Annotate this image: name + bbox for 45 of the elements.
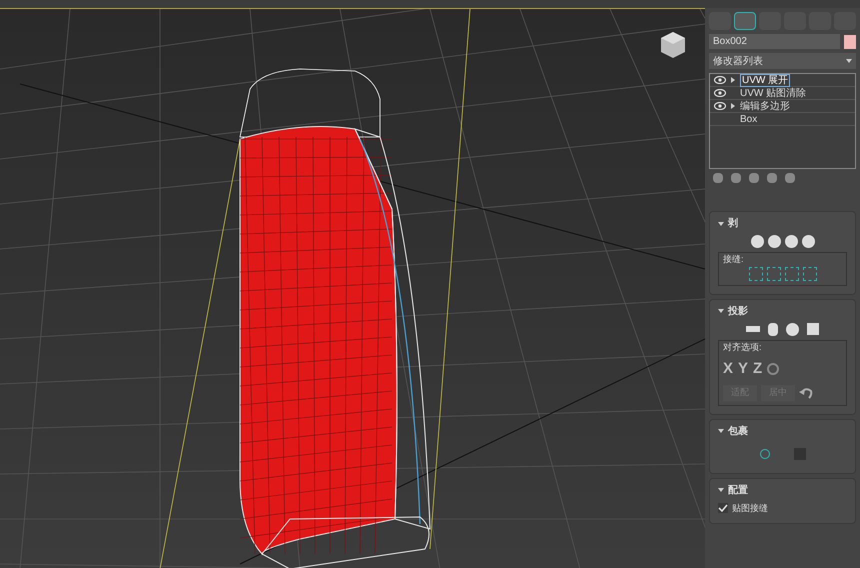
seam-tool-icon[interactable] — [748, 266, 762, 280]
axis-button[interactable]: X — [723, 358, 734, 380]
seam-tool-icon[interactable] — [766, 266, 780, 280]
seam-tool-icon[interactable] — [784, 266, 798, 280]
modifier-stack-row[interactable]: UVW 展开 — [710, 74, 855, 87]
modifier-stack-item[interactable]: Box — [740, 114, 758, 124]
collapse-caret-icon[interactable] — [718, 308, 724, 314]
eye-icon[interactable] — [714, 76, 726, 84]
peel-tool-icon[interactable] — [750, 235, 764, 248]
expand-arrow-icon[interactable] — [730, 103, 736, 109]
align-tool-icon[interactable] — [767, 363, 780, 376]
object-color-swatch[interactable] — [844, 34, 856, 48]
view-cube-icon[interactable] — [660, 31, 686, 59]
peel-tool-icon[interactable] — [768, 235, 780, 248]
modifier-stack-row[interactable]: Box — [710, 113, 855, 126]
undo-arrow-icon[interactable] — [799, 386, 813, 398]
modifier-stack-item[interactable]: UVW 展开 — [740, 74, 790, 86]
modifier-stack-item[interactable]: UVW 贴图清除 — [740, 88, 806, 98]
group-label: 接缝: — [723, 253, 745, 266]
wrap-tool-icon[interactable] — [760, 448, 770, 458]
eye-icon[interactable] — [714, 102, 726, 110]
expand-arrow-icon[interactable] — [730, 77, 736, 83]
checkbox[interactable] — [718, 503, 728, 514]
rollout-title[interactable]: 配置 — [728, 482, 748, 498]
modifier-stack-row[interactable]: 编辑多边形 — [710, 100, 855, 113]
modifier-stack-row[interactable]: UVW 贴图清除 — [710, 87, 855, 100]
checkbox-label: 贴图接缝 — [732, 502, 768, 514]
collapse-caret-icon[interactable] — [718, 487, 724, 493]
object-name-field[interactable]: Box002 — [709, 34, 840, 49]
axis-button[interactable]: Z — [753, 358, 762, 380]
rollout-title[interactable]: 剥 — [728, 216, 738, 231]
peel-tool-icon[interactable] — [802, 235, 814, 248]
collapse-caret-icon[interactable] — [718, 220, 724, 226]
modifier-stack-item[interactable]: 编辑多边形 — [740, 100, 790, 112]
group-label: 对齐选项: — [723, 340, 763, 354]
peel-tool-icon[interactable] — [784, 235, 798, 248]
dropdown-caret-icon[interactable] — [846, 58, 852, 64]
eye-icon[interactable] — [714, 89, 726, 97]
seam-tool-icon[interactable] — [802, 266, 816, 280]
rollout-title[interactable]: 包裹 — [728, 424, 748, 438]
axis-button[interactable]: Y — [738, 358, 748, 380]
modifier-list-dropdown[interactable]: 修改器列表 — [709, 53, 856, 69]
cylinder-icon[interactable] — [768, 322, 778, 336]
rollout-title[interactable]: 投影 — [728, 304, 748, 318]
collapse-caret-icon[interactable] — [718, 428, 724, 434]
